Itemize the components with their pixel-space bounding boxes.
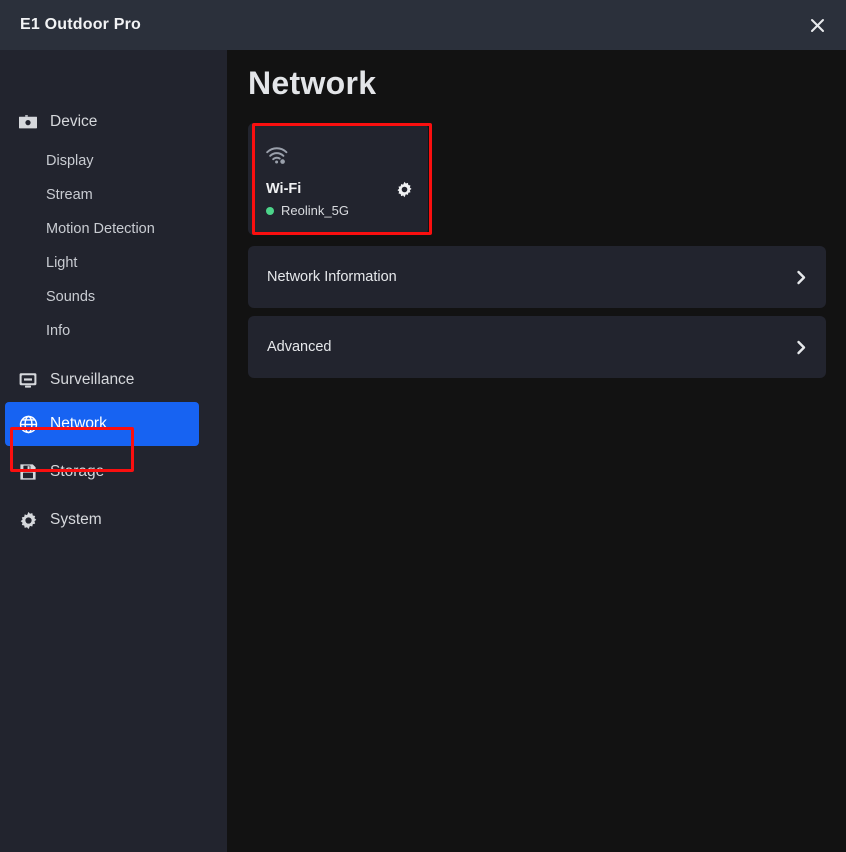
monitor-icon (18, 370, 38, 390)
main-content: Network Wi-Fi Reolink_5G Network Informa… (227, 50, 846, 852)
sidebar-item-label: Storage (50, 463, 105, 481)
sidebar-item-network[interactable]: Network (0, 402, 227, 446)
sidebar-item-system[interactable]: System (0, 498, 227, 542)
camera-icon (18, 112, 38, 132)
sidebar-item-label: Light (46, 255, 78, 271)
sidebar-item-label: Sounds (46, 289, 96, 305)
sidebar-item-label: Display (46, 153, 94, 169)
chevron-right-icon (794, 340, 808, 354)
sidebar-item-stream[interactable]: Stream (0, 178, 227, 212)
wifi-ssid-label: Reolink_5G (281, 203, 349, 218)
list-item-label: Advanced (267, 339, 332, 355)
list-item-advanced[interactable]: Advanced (248, 316, 826, 378)
sidebar-item-sounds[interactable]: Sounds (0, 280, 227, 314)
wifi-card[interactable]: Wi-Fi Reolink_5G (248, 123, 428, 235)
sidebar-item-storage[interactable]: Storage (0, 450, 227, 494)
wifi-settings-button[interactable] (396, 181, 413, 198)
sidebar-item-label: System (50, 511, 102, 529)
sidebar-item-device[interactable]: Device (0, 100, 227, 144)
sidebar-item-label: Stream (46, 187, 93, 203)
wifi-card-title: Wi-Fi (266, 181, 302, 197)
app-window: E1 Outdoor Pro Device Display Stream Mot… (0, 0, 846, 852)
sidebar-item-label: Network (50, 415, 107, 433)
sidebar-item-label: Device (50, 113, 98, 131)
page-title: Network (248, 65, 377, 101)
sidebar-item-display[interactable]: Display (0, 144, 227, 178)
nav-group-device: Device Display Stream Motion Detection L… (0, 100, 227, 348)
wifi-icon (265, 145, 289, 167)
gear-icon (18, 510, 38, 530)
sidebar-item-info[interactable]: Info (0, 314, 227, 348)
list-item-network-information[interactable]: Network Information (248, 246, 826, 308)
gear-icon (396, 181, 413, 198)
title-bar: E1 Outdoor Pro (0, 0, 846, 50)
sidebar-item-surveillance[interactable]: Surveillance (0, 358, 227, 402)
sidebar: Device Display Stream Motion Detection L… (0, 50, 227, 852)
sidebar-item-label: Info (46, 323, 71, 339)
sidebar-item-label: Surveillance (50, 371, 135, 389)
status-badge (266, 206, 274, 215)
globe-icon (18, 414, 38, 434)
list-item-label: Network Information (267, 269, 397, 285)
sidebar-item-light[interactable]: Light (0, 246, 227, 280)
chevron-right-icon (794, 270, 808, 284)
close-button[interactable] (802, 10, 832, 40)
sidebar-item-label: Motion Detection (46, 221, 155, 237)
window-title: E1 Outdoor Pro (20, 16, 142, 33)
floppy-disk-icon (18, 462, 38, 482)
sidebar-item-motion-detection[interactable]: Motion Detection (0, 212, 227, 246)
wifi-status-row: Reolink_5G (266, 203, 349, 218)
close-icon (809, 17, 826, 34)
